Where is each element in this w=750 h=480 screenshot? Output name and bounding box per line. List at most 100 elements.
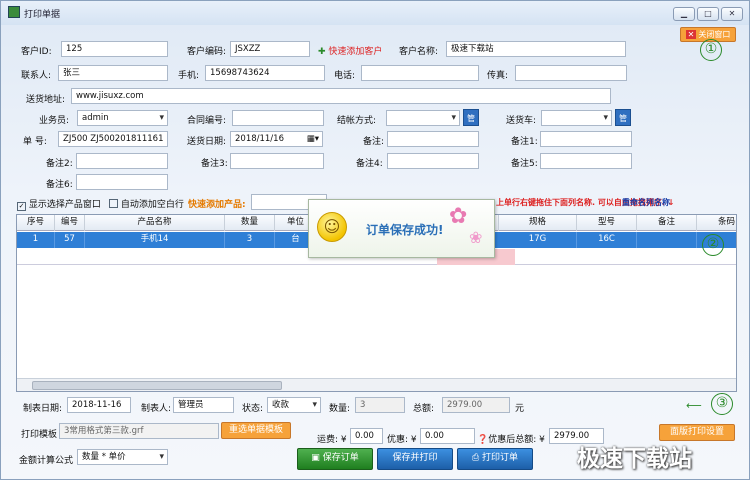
customer-id-field[interactable]: 125 [61,41,168,57]
flower-decoration-icon-2: ❀ [469,228,483,247]
remark2-field[interactable] [76,153,168,169]
template-field[interactable]: 3常用格式第三款.grf [59,423,219,439]
formula-label: 金额计算公式 [19,456,74,466]
toast-message: 订单保存成功! [366,223,444,237]
after-discount-label: ❓优惠后总额: ¥ [477,432,545,445]
arrow-left-icon: ⟵ [686,399,702,412]
col-code[interactable]: 编号 [55,215,85,231]
address-label: 送货地址: [26,95,66,105]
fax-label: 传真: [487,71,509,81]
auto-add-row-checkbox[interactable]: 自动添加空白行 [109,197,184,210]
app-window: 打印单据 ▁ □ ✕ ✕ 关闭窗口 ① 客户ID: 125 客户编码: JSXZZ… [0,0,750,480]
remark4-label: 备注4: [356,159,383,169]
maker-field[interactable]: 管理员 [173,397,234,413]
cell-model[interactable]: 16C [577,232,637,248]
settlement-select[interactable] [386,110,460,126]
order-no-field[interactable]: ZJ500 ZJ500201811161 [58,131,168,147]
help-icon: ❓ [477,435,489,445]
remark5-label: 备注5: [511,159,538,169]
manage-settlement-button[interactable]: 管 [463,109,479,126]
remark1-field[interactable] [540,131,632,147]
cell-remark[interactable] [637,232,697,248]
remark4-field[interactable] [387,153,479,169]
print-order-button[interactable]: ⎙ 打印订单 [457,448,533,470]
make-date-label: 制表日期: [23,404,63,414]
save-order-button[interactable]: ▣ 保存订单 [297,448,373,470]
freight-label: 运费: ¥ [317,435,347,445]
vehicle-select[interactable] [541,110,612,126]
remark5-field[interactable] [540,153,632,169]
print-order-label: 打印订单 [482,453,519,463]
phone-field[interactable]: 15698743624 [205,65,325,81]
printer-icon: ⎙ [471,453,480,463]
choose-template-button[interactable]: 重选单据模板 [221,422,291,439]
scroll-thumb[interactable] [32,381,282,390]
app-icon [8,6,20,18]
horizontal-scrollbar[interactable] [17,378,736,391]
contact-field[interactable]: 张三 [58,65,168,81]
remark6-field[interactable] [76,174,168,190]
quick-add-customer-link[interactable]: ✚ 快速添加客户 [318,44,382,57]
cell-code[interactable]: 57 [55,232,85,248]
checkbox-checked-icon: ✓ [17,202,26,211]
col-seq[interactable]: 序号 [17,215,55,231]
close-window-label: 关闭窗口 [698,30,731,39]
fax-field[interactable] [515,65,627,81]
qty-label: 数量: [329,404,351,414]
cell-spec[interactable]: 17G [499,232,577,248]
remark2-label: 备注2: [46,159,73,169]
settlement-label: 结帐方式: [337,116,377,126]
remark-label: 备注: [363,137,385,147]
delivery-date-field[interactable]: 2018/11/16 ▦▾ [230,131,323,147]
save-order-label: 保存订单 [322,453,359,463]
template-label: 打印模板 [21,430,58,440]
customer-name-label: 客户名称: [399,47,439,57]
formula-select[interactable]: 数量 * 单价 [77,449,168,465]
maximize-button[interactable]: □ [697,7,719,21]
close-icon: ✕ [685,30,697,39]
customer-code-field[interactable]: JSXZZ [230,41,310,57]
save-print-button[interactable]: 保存并打印 [377,448,453,470]
rename-columns-link[interactable]: 重命名列名称 [622,197,670,208]
maker-label: 制表人: [141,404,172,414]
flower-decoration-icon: ✿ [449,204,468,229]
status-label: 状态: [242,404,264,414]
col-model[interactable]: 型号 [577,215,637,231]
annotation-3: ③ [711,393,733,415]
close-button[interactable]: ✕ [721,7,743,21]
customer-code-label: 客户编码: [187,47,227,57]
customer-id-label: 客户ID: [21,47,52,57]
save-icon: ▣ [311,453,320,463]
calendar-icon: ▦▾ [306,134,319,144]
cell-product-name[interactable]: 手机14 [85,232,225,248]
add-user-icon: ✚ [318,47,326,57]
remark-field[interactable] [387,131,479,147]
contract-label: 合同编号: [187,116,227,126]
checkbox-empty-icon [109,199,118,208]
address-field[interactable]: www.jisuxz.com [71,88,611,104]
tel-field[interactable] [361,65,479,81]
status-select[interactable]: 收款 [267,397,321,413]
col-spec[interactable]: 规格 [499,215,577,231]
cell-seq[interactable]: 1 [17,232,55,248]
remark1-label: 备注1: [511,137,538,147]
remark3-field[interactable] [230,153,324,169]
show-product-window-checkbox[interactable]: ✓ 显示选择产品窗口 [17,197,101,211]
delivery-date-value: 2018/11/16 [235,134,284,144]
minimize-button[interactable]: ▁ [673,7,695,21]
phone-label: 手机: [178,71,200,81]
manage-vehicle-button[interactable]: 管 [615,109,631,126]
make-date-field[interactable]: 2018-11-16 [67,397,131,413]
quick-add-customer-label: 快速添加客户 [328,47,383,57]
cell-qty[interactable]: 3 [225,232,275,248]
order-no-label: 单 号: [23,137,47,147]
contract-field[interactable] [232,110,324,126]
discount-field[interactable]: 0.00 [420,428,475,444]
col-barcode[interactable]: 条码 [697,215,736,231]
col-remark[interactable]: 备注 [637,215,697,231]
col-qty[interactable]: 数量 [225,215,275,231]
col-product-name[interactable]: 产品名称 [85,215,225,231]
customer-name-field[interactable]: 极速下载站 [446,41,626,57]
freight-field[interactable]: 0.00 [350,428,383,444]
salesman-select[interactable]: admin [77,110,168,126]
